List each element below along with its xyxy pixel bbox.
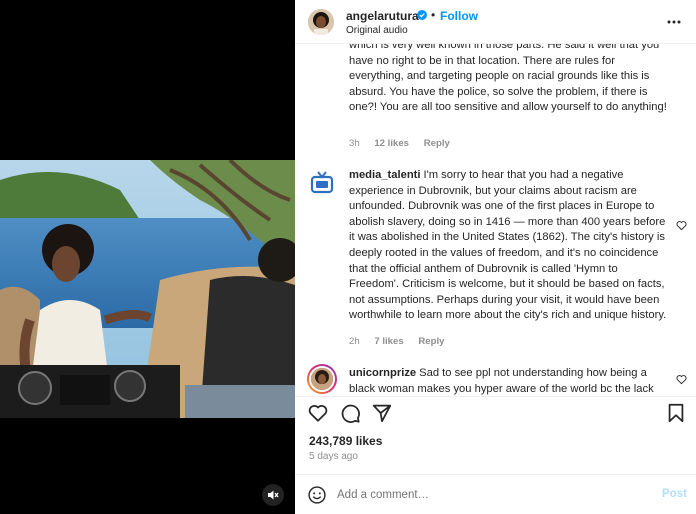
post-side-panel: angelarutura • Follow Original audio whi…: [295, 0, 696, 514]
comment-username[interactable]: unicornprize: [349, 367, 416, 379]
emoji-icon[interactable]: [307, 485, 327, 505]
mute-button[interactable]: [262, 484, 284, 506]
author-avatar[interactable]: [308, 9, 334, 35]
follow-button[interactable]: Follow: [440, 9, 478, 23]
post-action-bar: [295, 396, 696, 426]
post-comment-button[interactable]: Post: [662, 488, 687, 500]
comment-time: 3h: [349, 138, 360, 149]
verified-icon: [417, 10, 427, 20]
tv-icon[interactable]: [309, 169, 335, 195]
comment-item: unicornprize Sad to see ppl not understan…: [349, 366, 659, 396]
comment-time: 2h: [349, 336, 360, 347]
comment-meta: 3h 12 likes Reply: [349, 138, 462, 149]
comment-meta: 2h 7 likes Reply: [349, 336, 457, 347]
header-separator: •: [431, 8, 436, 22]
comment-input[interactable]: [337, 485, 637, 505]
comment-item: media_talenti I'm sorry to hear that you …: [349, 168, 669, 324]
video-frame-image: [0, 160, 295, 418]
comment-icon[interactable]: [339, 402, 361, 424]
post-time: 5 days ago: [309, 451, 358, 462]
share-icon[interactable]: [371, 402, 393, 424]
author-username[interactable]: angelarutura: [346, 9, 419, 23]
post-header: angelarutura • Follow Original audio: [295, 0, 696, 44]
post-media[interactable]: [0, 0, 295, 514]
commenter-avatar[interactable]: [307, 364, 337, 394]
comment-likes[interactable]: 12 likes: [374, 138, 409, 149]
likes-count[interactable]: 243,789 likes: [309, 434, 382, 448]
reply-button[interactable]: Reply: [424, 138, 450, 149]
heart-icon[interactable]: [676, 374, 687, 385]
comment-text: I'm sorry to hear that you had a negativ…: [349, 169, 667, 322]
commenter-avatar-image: [311, 368, 333, 390]
heart-icon[interactable]: [676, 220, 687, 231]
comments-list[interactable]: which is very well known in those parts.…: [295, 44, 696, 396]
heart-icon[interactable]: [307, 402, 329, 424]
reply-button[interactable]: Reply: [418, 336, 444, 347]
bookmark-icon[interactable]: [665, 402, 687, 424]
add-comment-bar: Post: [295, 474, 696, 514]
comment-likes[interactable]: 7 likes: [374, 336, 403, 347]
mute-icon: [268, 490, 279, 500]
author-avatar-image: [308, 9, 334, 35]
comment-username[interactable]: media_talenti: [349, 169, 421, 181]
more-options-icon[interactable]: [664, 12, 684, 32]
audio-label[interactable]: Original audio: [346, 25, 408, 36]
comment-text: which is very well known in those parts.…: [349, 44, 667, 114]
post-video-frame[interactable]: [0, 160, 295, 418]
